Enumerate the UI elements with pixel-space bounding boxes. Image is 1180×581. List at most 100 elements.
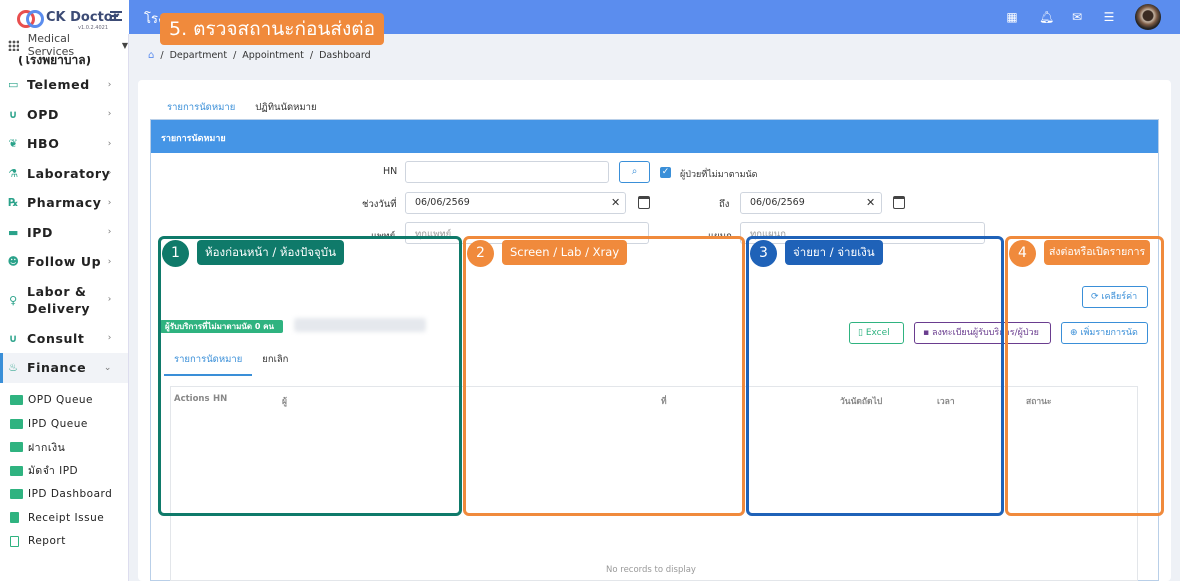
maternity-icon: ♀ <box>9 293 18 307</box>
sidebar-subitem-label: IPD Queue <box>28 417 88 430</box>
module-selector[interactable]: Medical Services ▼ <box>0 32 128 58</box>
sidebar-item-pharmacy[interactable]: ℞ Pharmacy › <box>0 188 128 218</box>
home-icon[interactable]: ⌂ <box>148 50 154 61</box>
chevron-right-icon: › <box>107 79 112 90</box>
apps-grid-icon[interactable]: ▦ <box>1005 10 1019 24</box>
breadcrumb-separator: / <box>309 50 314 61</box>
sidebar-item-label: Consult <box>27 330 85 346</box>
sidebar-item-laboratory[interactable]: ⚗ Laboratory › <box>0 159 128 189</box>
annotation-label-3: จ่ายยา / จ่ายเงิน <box>785 240 883 265</box>
flask-icon: ⚗ <box>8 166 19 180</box>
calendar-icon[interactable] <box>638 196 650 209</box>
to-label: ถึง <box>719 199 730 210</box>
checklist-icon[interactable]: ☰ <box>1102 10 1116 24</box>
finance-icon: ♨ <box>8 361 19 375</box>
sidebar-subitem-ipd-queue[interactable]: IPD Queue <box>0 412 128 436</box>
sidebar-subitem-label: Receipt Issue <box>28 511 105 524</box>
sidebar-subitem-ipd-dashboard[interactable]: IPD Dashboard <box>0 483 128 507</box>
clear-date-to-icon[interactable]: ✕ <box>866 196 875 209</box>
logo[interactable]: CK Doctor v1.0.2.4021 <box>0 0 129 34</box>
chevron-right-icon: › <box>107 138 112 149</box>
logo-text: CK Doctor <box>46 9 120 25</box>
breadcrumb-item[interactable]: Dashboard <box>319 50 371 61</box>
money-icon <box>10 442 23 453</box>
sidebar-item-label: Labor & Delivery <box>27 284 91 316</box>
sidebar-item-label: OPD <box>27 106 59 122</box>
sidebar-item-opd[interactable]: ∪ OPD › <box>0 100 128 130</box>
sidebar-item-hbo[interactable]: ❦ HBO › <box>0 129 128 159</box>
leaf-icon: ❦ <box>8 137 19 151</box>
annotation-number-4: 4 <box>1009 240 1036 267</box>
chevron-right-icon: › <box>107 294 112 305</box>
mail-icon[interactable]: ✉ <box>1070 10 1084 24</box>
breadcrumb-separator: / <box>233 50 237 61</box>
bell-icon[interactable]: 🔔︎ <box>1039 10 1054 24</box>
search-icon: ⌕ <box>631 166 638 177</box>
sidebar-subitem-receipt-issue[interactable]: Receipt Issue <box>0 506 128 530</box>
sidebar-subitem-label: IPD Dashboard <box>28 488 113 501</box>
logo-mark-icon <box>17 10 44 28</box>
annotation-box-3 <box>746 236 1004 516</box>
date-to-input[interactable]: 06/06/2569 <box>740 192 882 214</box>
breadcrumb: ⌂ / Department / Appointment / Dashboard <box>148 50 371 61</box>
hn-label: HN <box>383 166 398 177</box>
breadcrumb-item[interactable]: Department <box>170 50 228 61</box>
sidebar-item-label: Telemed <box>27 77 90 93</box>
sidebar-cut-item: (โรงพยาบาล) <box>18 56 92 67</box>
date-from-input[interactable]: 06/06/2569 <box>405 192 626 214</box>
no-show-label: ผู้ป่วยที่ไม่มาตามนัด <box>680 170 758 180</box>
sidebar-subitem-deposit[interactable]: ฝากเงิน <box>0 436 128 460</box>
module-selector-label: Medical Services <box>27 32 75 58</box>
clear-date-from-icon[interactable]: ✕ <box>611 196 620 209</box>
sidebar-item-consult[interactable]: ∪ Consult › <box>0 324 128 354</box>
caret-down-icon: ▼ <box>121 40 128 50</box>
hamburger-menu-icon[interactable] <box>110 11 122 21</box>
sidebar-subitem-opd-queue[interactable]: OPD Queue <box>0 389 128 413</box>
chevron-right-icon: › <box>107 109 112 120</box>
money-icon <box>10 418 23 429</box>
search-button[interactable]: ⌕ <box>619 161 650 183</box>
sidebar-item-finance[interactable]: ♨ Finance ⌄ <box>0 353 128 383</box>
chevron-right-icon: › <box>107 256 112 267</box>
sidebar-subitem-label: ฝากเงิน <box>28 441 66 454</box>
sidebar-subitem-ipd-deposit[interactable]: มัดจำ IPD <box>0 459 128 483</box>
file-icon <box>10 535 19 547</box>
step5-annotation: 5. ตรวจสถานะก่อนส่งต่อ <box>160 13 384 45</box>
rx-icon: ℞ <box>8 196 19 210</box>
annotation-label-2: Screen / Lab / Xray <box>502 240 628 265</box>
sidebar-item-label: Follow Up <box>27 254 102 270</box>
annotation-number-2: 2 <box>467 240 494 267</box>
user-check-icon: ☻ <box>7 255 20 269</box>
panel-title: รายการนัดหมาย <box>151 120 1158 153</box>
sidebar-item-labor-delivery[interactable]: ♀ Labor & Delivery › <box>0 277 128 324</box>
table-empty-message: No records to display <box>606 565 696 575</box>
document-icon <box>10 512 19 524</box>
annotation-number-3: 3 <box>750 240 777 267</box>
sidebar: Medical Services ▼ (โรงพยาบาล) ▭ Telemed ›… <box>0 32 129 581</box>
annotation-label-1: ห้องก่อนหน้า / ห้องปัจจุบัน <box>197 240 344 265</box>
sidebar-item-label: Pharmacy <box>27 195 102 211</box>
sidebar-subitem-label: มัดจำ IPD <box>28 465 79 478</box>
chevron-right-icon: › <box>107 168 112 179</box>
date-range-label: ช่วงวันที่ <box>362 199 397 210</box>
annotation-box-1 <box>158 236 462 516</box>
annotation-box-2 <box>463 236 745 516</box>
sidebar-subitem-label: OPD Queue <box>28 394 94 407</box>
chevron-right-icon: › <box>107 333 112 344</box>
annotation-label-4: ส่งต่อหรือเปิดรายการ <box>1044 240 1151 265</box>
breadcrumb-separator: / <box>160 50 164 61</box>
sidebar-subitem-report[interactable]: Report <box>0 530 128 554</box>
sidebar-subitem-label: Report <box>28 535 66 548</box>
sidebar-item-telemed[interactable]: ▭ Telemed › <box>0 70 128 100</box>
sidebar-item-label: IPD <box>27 224 53 240</box>
calendar-icon[interactable] <box>893 196 905 209</box>
money-icon <box>10 465 23 476</box>
chevron-right-icon: › <box>107 197 112 208</box>
annotation-box-4 <box>1005 236 1164 516</box>
sidebar-item-ipd[interactable]: ▬ IPD › <box>0 218 128 248</box>
user-avatar[interactable] <box>1135 4 1161 30</box>
hn-input[interactable] <box>405 161 609 183</box>
sidebar-item-follow-up[interactable]: ☻ Follow Up › <box>0 247 128 277</box>
breadcrumb-item[interactable]: Appointment <box>242 50 304 61</box>
no-show-checkbox[interactable]: ✓ <box>660 167 671 178</box>
